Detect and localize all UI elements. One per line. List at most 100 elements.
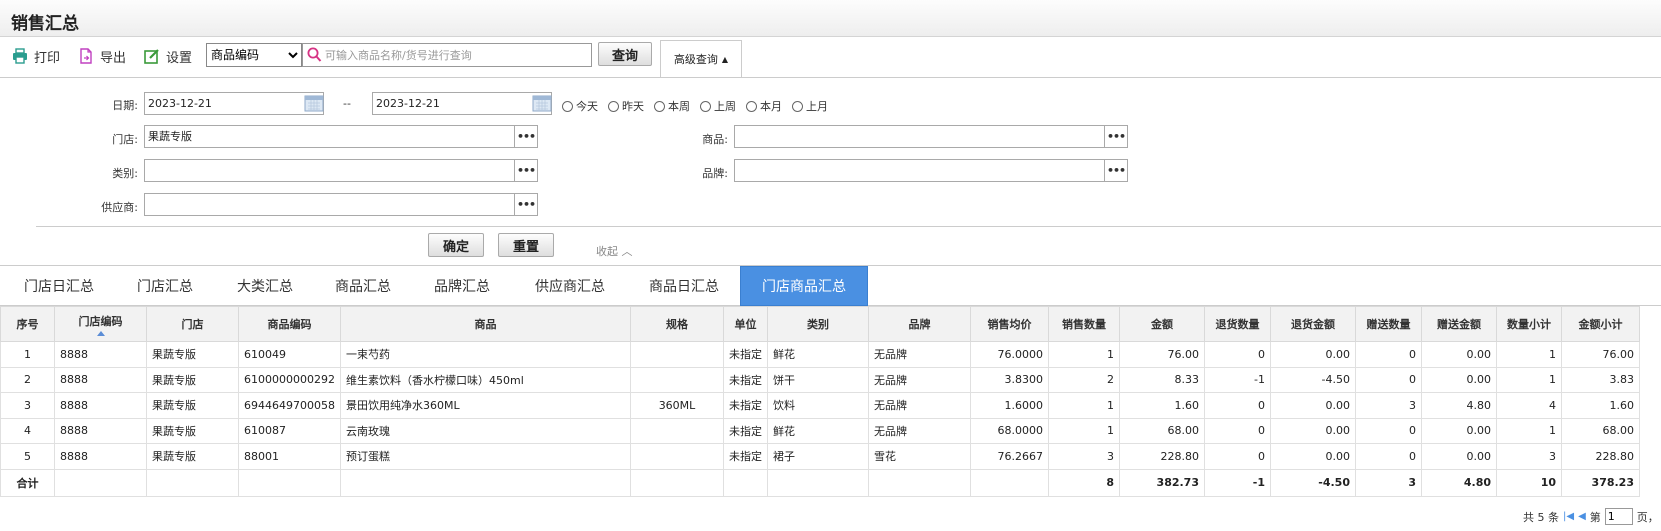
column-header[interactable]: 赠送金额 <box>1421 306 1497 342</box>
table-header-row: 序号 门店编码 门店 商品编码 商品 规格 单位 类别 品牌 销售均价 销售数量… <box>0 306 1640 342</box>
quick-range-this-month[interactable]: 本月 <box>746 98 782 114</box>
table-cell <box>630 417 724 444</box>
printer-icon <box>13 48 27 64</box>
tab-supplier[interactable]: 供应商汇总 <box>516 266 624 306</box>
column-header[interactable]: 赠送数量 <box>1355 306 1422 342</box>
table-cell: 1 <box>1048 392 1120 419</box>
quick-range-label: 本月 <box>760 100 782 113</box>
date-separator: -- <box>343 97 351 110</box>
table-cell: 雪花 <box>868 443 971 470</box>
collapse-toggle[interactable]: 收起 ︿ <box>596 243 633 259</box>
column-header[interactable]: 单位 <box>723 306 768 342</box>
search-field-select[interactable]: 商品编码 <box>206 43 302 67</box>
column-header[interactable]: 品牌 <box>868 306 971 342</box>
table-cell: 1.60 <box>1561 392 1640 419</box>
column-header[interactable]: 商品 <box>340 306 631 342</box>
report-tabs: 门店日汇总 门店汇总 大类汇总 商品汇总 品牌汇总 供应商汇总 商品日汇总 门店… <box>0 265 1661 306</box>
column-header[interactable]: 退货金额 <box>1270 306 1356 342</box>
quick-range-label: 昨天 <box>622 100 644 113</box>
summary-cell: -1 <box>1204 468 1271 497</box>
quick-range-label: 上周 <box>714 100 736 113</box>
table-cell <box>630 366 724 393</box>
quick-range-last-week[interactable]: 上周 <box>700 98 736 114</box>
column-header[interactable]: 规格 <box>630 306 724 342</box>
sort-asc-icon <box>96 330 105 336</box>
column-header[interactable]: 销售数量 <box>1048 306 1120 342</box>
table-cell: 云南玫瑰 <box>340 417 631 444</box>
summary-cell: 3 <box>1355 468 1422 497</box>
summary-cell <box>630 468 724 497</box>
tab-product-daily[interactable]: 商品日汇总 <box>630 266 738 306</box>
supplier-picker-button[interactable]: ••• <box>514 193 538 216</box>
quick-range-last-month[interactable]: 上月 <box>792 98 828 114</box>
column-header[interactable]: 数量小计 <box>1496 306 1562 342</box>
tab-brand[interactable]: 品牌汇总 <box>414 266 510 306</box>
column-header[interactable]: 退货数量 <box>1204 306 1271 342</box>
table-row[interactable]: 2 8888 果蔬专版 6100000000292 维生素饮料（香水柠檬口味）450ml… <box>0 366 1640 393</box>
radio-icon <box>608 100 619 112</box>
summary-cell: 382.73 <box>1119 468 1205 497</box>
store-picker-button[interactable]: ••• <box>514 125 538 148</box>
column-header[interactable]: 销售均价 <box>970 306 1049 342</box>
advanced-query-label: 高级查询 <box>673 53 718 66</box>
calendar-icon[interactable] <box>532 94 552 112</box>
tab-store-product[interactable]: 门店商品汇总 <box>740 266 868 306</box>
category-label: 类别: <box>112 167 138 180</box>
prev-page-icon[interactable]: ◀ <box>1578 511 1586 522</box>
table-cell <box>630 341 724 368</box>
quick-range-this-week[interactable]: 本周 <box>654 98 690 114</box>
category-picker-button[interactable]: ••• <box>514 159 538 182</box>
first-page-icon[interactable]: |◀ <box>1563 511 1574 522</box>
table-row[interactable]: 1 8888 果蔬专版 610049 一束芍药 未指定 鲜花 无品牌 76.0000 1 76.00… <box>0 341 1640 368</box>
brand-field[interactable] <box>734 159 1106 182</box>
store-field[interactable]: 果蔬专版 <box>144 125 516 148</box>
query-button[interactable]: 查询 <box>598 42 652 66</box>
column-header[interactable]: 金额小计 <box>1561 306 1640 342</box>
tab-product[interactable]: 商品汇总 <box>316 266 410 306</box>
edit-icon <box>144 49 159 64</box>
table-cell: 未指定 <box>723 341 768 368</box>
product-field[interactable] <box>734 125 1106 148</box>
supplier-field[interactable] <box>144 193 516 216</box>
table-cell: 0.00 <box>1270 443 1356 470</box>
table-cell: 4.80 <box>1421 392 1497 419</box>
date-to-field[interactable]: 2023-12-21 <box>372 92 552 115</box>
brand-picker-button[interactable]: ••• <box>1104 159 1128 182</box>
settings-button[interactable]: 设置 <box>144 46 192 66</box>
column-header[interactable]: 类别 <box>767 306 869 342</box>
calendar-icon[interactable] <box>304 94 324 112</box>
table-cell: 1 <box>1496 417 1562 444</box>
column-header[interactable]: 门店 <box>146 306 239 342</box>
column-header-sorted[interactable]: 门店编码 <box>54 306 147 342</box>
print-button[interactable]: 打印 <box>12 46 60 66</box>
table-row[interactable]: 5 8888 果蔬专版 88001 预订蛋糕 未指定 裙子 雪花 76.2667 3 228.80 0… <box>0 443 1640 470</box>
page-number-input[interactable] <box>1604 508 1633 525</box>
date-from-field[interactable]: 2023-12-21 <box>144 92 324 115</box>
search-input[interactable] <box>325 45 587 65</box>
advanced-query-tab[interactable]: 高级查询 ▲ <box>660 40 742 78</box>
category-field[interactable] <box>144 159 516 182</box>
column-header[interactable]: 金额 <box>1119 306 1205 342</box>
confirm-button[interactable]: 确定 <box>428 233 484 257</box>
table-cell: 610049 <box>238 341 341 368</box>
column-header[interactable]: 序号 <box>0 306 55 342</box>
table-cell: 68.00 <box>1119 417 1205 444</box>
table-row[interactable]: 4 8888 果蔬专版 610087 云南玫瑰 未指定 鲜花 无品牌 68.0000 1 68.00… <box>0 417 1640 444</box>
table-cell: 饼干 <box>767 366 869 393</box>
tab-store[interactable]: 门店汇总 <box>118 266 212 306</box>
table-cell: 果蔬专版 <box>146 443 239 470</box>
table-row[interactable]: 3 8888 果蔬专版 6944649700058 景田饮用纯净水360ML 360ML 未… <box>0 392 1640 419</box>
quick-range-today[interactable]: 今天 <box>562 98 598 114</box>
product-picker-button[interactable]: ••• <box>1104 125 1128 148</box>
chevron-up-icon: ︿ <box>621 245 633 258</box>
export-file-icon <box>80 48 92 64</box>
tab-store-daily[interactable]: 门店日汇总 <box>8 266 110 306</box>
export-button[interactable]: 导出 <box>78 46 126 66</box>
table-cell: -4.50 <box>1270 366 1356 393</box>
reset-button[interactable]: 重置 <box>498 233 554 257</box>
column-header[interactable]: 商品编码 <box>238 306 341 342</box>
quick-range-yesterday[interactable]: 昨天 <box>608 98 644 114</box>
tab-category[interactable]: 大类汇总 <box>218 266 312 306</box>
search-box <box>302 43 592 67</box>
summary-cell <box>146 468 239 497</box>
